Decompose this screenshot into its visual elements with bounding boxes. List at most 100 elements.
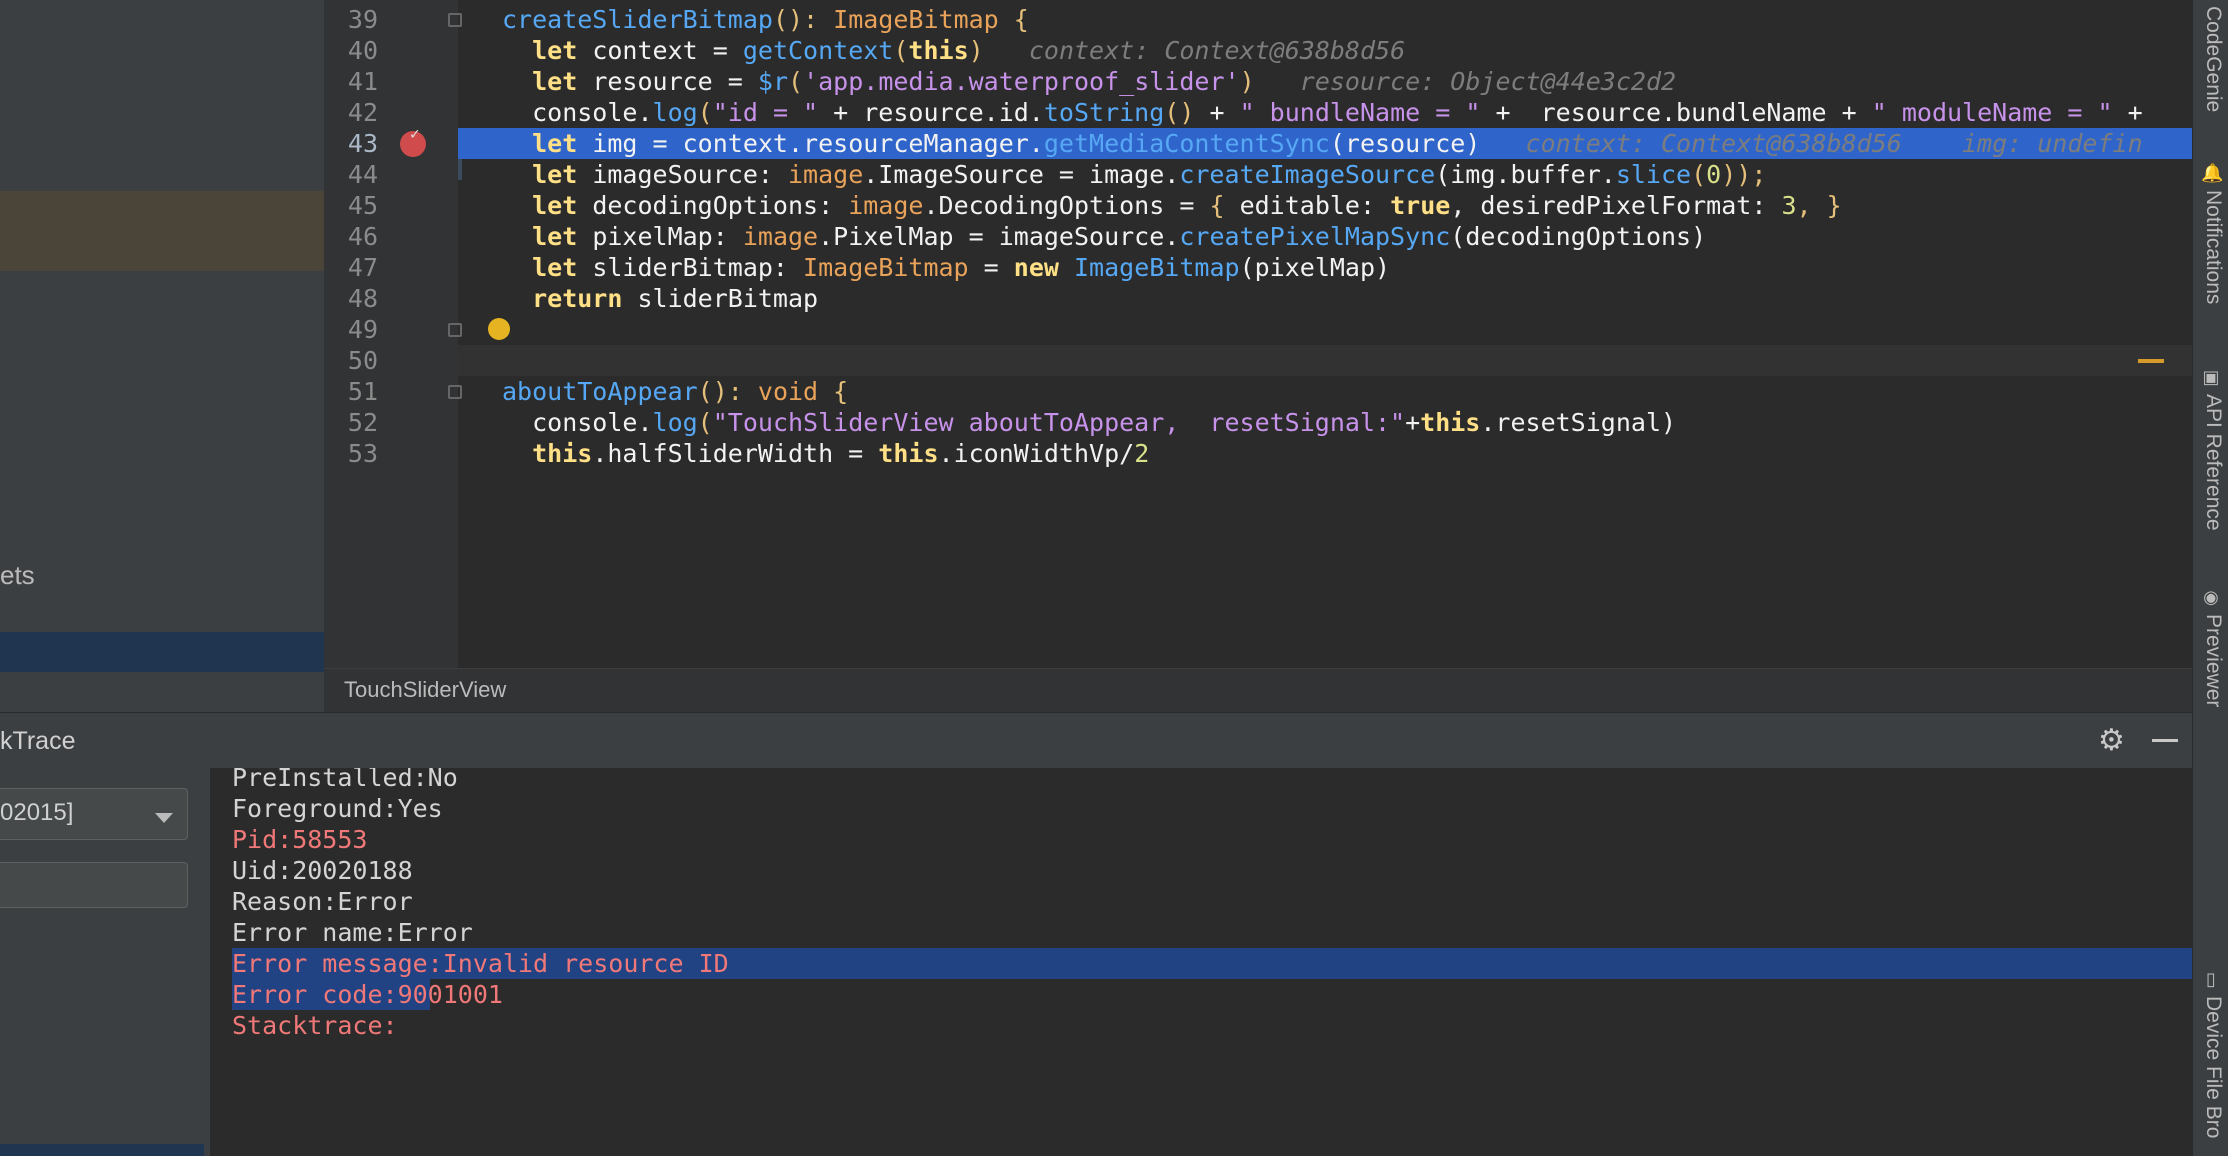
code-editor[interactable]: 39 createSliderBitmap(): ImageBitmap {40 … <box>324 0 2192 668</box>
code-token: + resource.bundleName + <box>1480 98 1872 127</box>
code-line[interactable]: 41 let resource = $r('app.media.waterpro… <box>324 66 2192 97</box>
code-token: image <box>848 191 924 220</box>
fold-icon[interactable] <box>448 13 462 27</box>
code-token: aboutToAppear <box>502 377 698 406</box>
warning-marker[interactable] <box>2138 359 2164 363</box>
log-line[interactable]: Uid:20020188 <box>232 855 413 886</box>
chevron-down-icon[interactable] <box>155 813 173 823</box>
code-token: $r <box>757 67 788 96</box>
code-token: ( <box>893 36 909 65</box>
breadcrumb-item[interactable]: TouchSliderView <box>344 677 506 703</box>
code-token: sliderBitmap: <box>577 253 804 282</box>
code-line[interactable]: 39 createSliderBitmap(): ImageBitmap { <box>324 4 2192 35</box>
fold-icon[interactable] <box>448 323 462 337</box>
code-text[interactable]: createSliderBitmap(): ImageBitmap { <box>502 4 1029 35</box>
code-token: "id = " <box>712 98 819 127</box>
code-token: ( <box>788 67 804 96</box>
code-line[interactable]: 52 console.log("TouchSliderView aboutToA… <box>324 407 2192 438</box>
log-output[interactable]: PreInstalled:No Foreground:Yes Pid:58553 Ui… <box>210 768 2192 1156</box>
project-item-label[interactable]: ets <box>0 560 35 591</box>
code-text[interactable]: console.log("TouchSliderView aboutToAppe… <box>502 407 1676 438</box>
project-selected-row[interactable] <box>0 191 324 271</box>
log-line[interactable]: Pid:58553 <box>232 824 367 855</box>
code-token: sliderBitmap <box>622 284 819 313</box>
code-token: (): <box>772 5 834 34</box>
tab-api-reference[interactable]: API Reference <box>2197 394 2225 531</box>
code-line[interactable]: 47 let sliderBitmap: ImageBitmap = new I… <box>324 252 2192 283</box>
log-line[interactable]: Error name:Error <box>232 917 473 948</box>
tab-device-file-browser[interactable]: Device File Bro <box>2197 996 2225 1138</box>
code-text[interactable]: let imageSource: image.ImageSource = ima… <box>502 159 1766 190</box>
code-line[interactable]: 43 let img = context.resourceManager.get… <box>324 128 2192 159</box>
code-text[interactable]: console.log("id = " + resource.id.toStri… <box>502 97 2143 128</box>
process-select[interactable]: 02015] <box>0 788 188 840</box>
code-token: , } <box>1796 191 1842 220</box>
line-number: 44 <box>347 160 378 189</box>
code-line[interactable]: 44 let imageSource: image.ImageSource = … <box>324 159 2192 190</box>
code-token: ImageBitmap <box>803 253 969 282</box>
code-token: ( <box>1691 160 1707 189</box>
log-line[interactable]: Error message:Invalid resource ID <box>232 948 729 979</box>
code-line[interactable]: 40 let context = getContext(this) contex… <box>324 35 2192 66</box>
code-token: console. <box>502 98 653 127</box>
log-line[interactable]: PreInstalled:No <box>232 768 458 793</box>
code-token: .iconWidthVp/ <box>938 439 1135 468</box>
tab-notifications[interactable]: Notifications <box>2197 190 2225 304</box>
code-token: (img.buffer. <box>1435 160 1616 189</box>
code-token: context: Context@638b8d56 img: undefin <box>1480 129 2143 158</box>
code-token: createPixelMapSync <box>1179 222 1451 251</box>
code-token: let <box>502 36 578 65</box>
log-line[interactable]: Stacktrace: <box>232 1010 398 1041</box>
code-line[interactable]: 49 <box>324 314 2192 345</box>
caret-line-highlight <box>458 345 2192 376</box>
line-number: 43 <box>347 129 378 158</box>
tab-codegenie[interactable]: CodeGenie <box>2197 6 2225 112</box>
code-text[interactable]: return sliderBitmap <box>502 283 818 314</box>
fold-icon[interactable] <box>448 385 462 399</box>
code-token: img = context.resourceManager. <box>577 129 1044 158</box>
code-text[interactable]: let img = context.resourceManager.getMed… <box>502 128 2143 159</box>
code-token: (decodingOptions) <box>1450 222 1707 251</box>
project-selected-item[interactable] <box>0 632 324 672</box>
eye-icon: ◉ <box>2203 587 2219 608</box>
code-line[interactable]: 50 <box>324 345 2192 376</box>
code-line[interactable]: 53 this.halfSliderWidth = this.iconWidth… <box>324 438 2192 469</box>
book-icon: ▣ <box>2202 367 2220 388</box>
code-token: context = <box>577 36 743 65</box>
code-token: createImageSource <box>1179 160 1436 189</box>
code-text[interactable]: aboutToAppear(): void { <box>502 376 848 407</box>
code-text[interactable]: let context = getContext(this) context: … <box>502 35 1405 66</box>
minimize-icon[interactable] <box>2152 739 2178 742</box>
code-token: + resource.id. <box>818 98 1044 127</box>
code-text[interactable]: let decodingOptions: image.DecodingOptio… <box>502 190 1842 221</box>
code-token: void <box>757 377 819 406</box>
code-text[interactable]: let sliderBitmap: ImageBitmap = new Imag… <box>502 252 1390 283</box>
line-number: 45 <box>347 191 378 220</box>
code-text[interactable]: let resource = $r('app.media.waterproof_… <box>502 66 1676 97</box>
code-token: .halfSliderWidth = <box>592 439 879 468</box>
code-token: (): <box>697 377 758 406</box>
code-line[interactable]: 45 let decodingOptions: image.DecodingOp… <box>324 190 2192 221</box>
lightbulb-icon[interactable] <box>488 318 510 340</box>
line-number: 51 <box>347 377 378 406</box>
log-line[interactable]: Error code:9001001 <box>232 979 503 1010</box>
selected-entry[interactable] <box>0 1144 204 1156</box>
code-token: context: Context@638b8d56 <box>983 36 1406 65</box>
log-line[interactable]: Reason:Error <box>232 886 413 917</box>
filter-input[interactable] <box>0 862 188 908</box>
code-token: ImageBitmap <box>833 5 999 34</box>
code-token: true <box>1390 191 1451 220</box>
code-line[interactable]: 42 console.log("id = " + resource.id.toS… <box>324 97 2192 128</box>
code-text[interactable]: let pixelMap: image.PixelMap = imageSour… <box>502 221 1706 252</box>
log-line[interactable]: Foreground:Yes <box>232 793 443 824</box>
code-line[interactable]: 48 return sliderBitmap <box>324 283 2192 314</box>
code-token: .ImageSource = image. <box>863 160 1180 189</box>
tab-previewer[interactable]: Previewer <box>2197 614 2225 707</box>
gear-icon[interactable]: ⚙ <box>2098 723 2125 758</box>
code-line[interactable]: 46 let pixelMap: image.PixelMap = imageS… <box>324 221 2192 252</box>
code-line[interactable]: 51 aboutToAppear(): void { <box>324 376 2192 407</box>
code-token: let <box>502 191 578 220</box>
project-panel: ets <box>0 0 324 712</box>
code-text[interactable]: this.halfSliderWidth = this.iconWidthVp/… <box>502 438 1149 469</box>
